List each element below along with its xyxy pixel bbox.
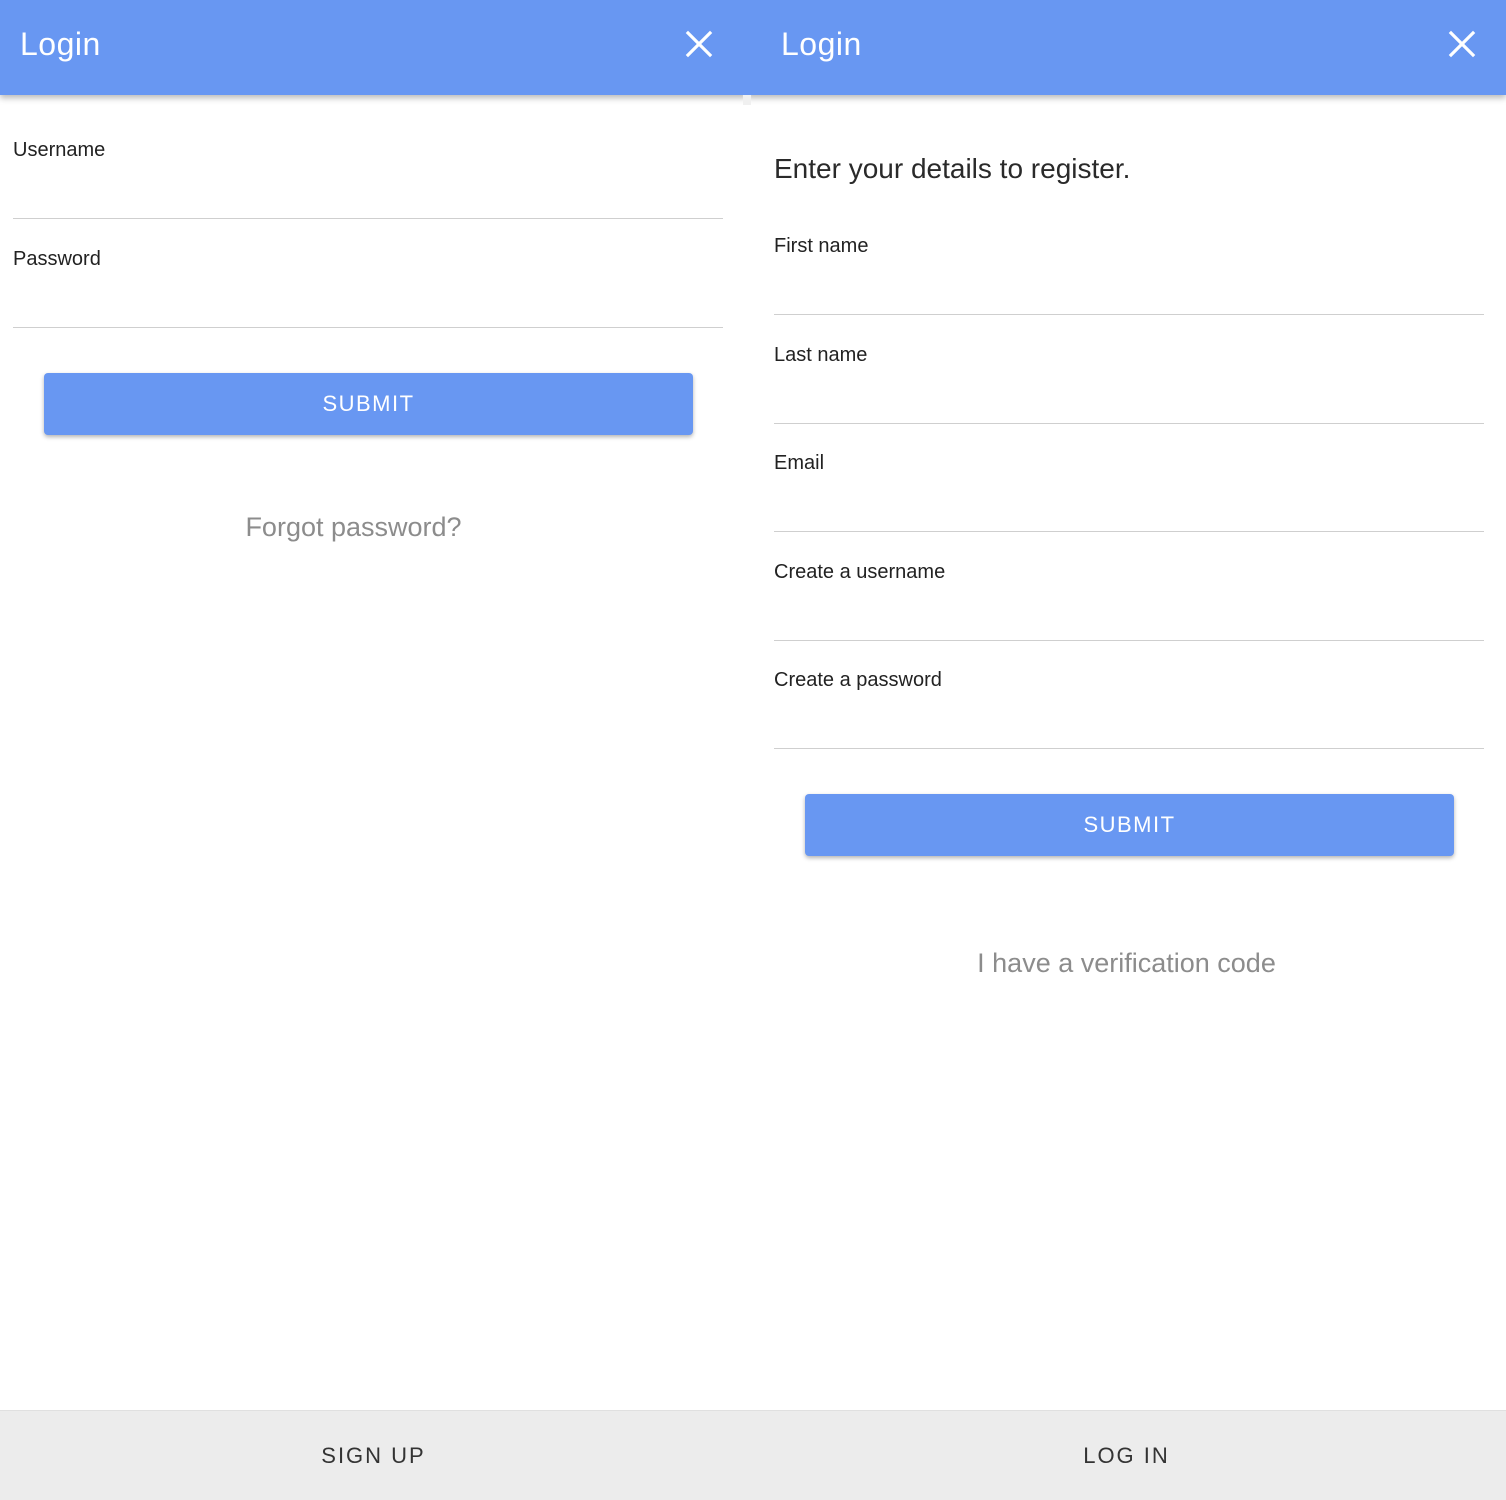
username-field: Username [13,139,723,229]
first-name-label: First name [774,235,869,257]
create-password-input[interactable] [774,703,1484,749]
close-icon [685,30,713,58]
log-in-button[interactable]: LOG IN [747,1411,1506,1500]
app-stage: Login Username Password SUBMIT Forgot pa… [0,0,1506,1500]
close-icon [1448,30,1476,58]
last-name-input[interactable] [774,378,1484,424]
password-input[interactable] [13,282,723,328]
register-heading: Enter your details to register. [774,153,1131,184]
forgot-password-link[interactable]: Forgot password? [0,512,747,543]
footer-bar: SIGN UP [0,1410,747,1500]
create-username-input[interactable] [774,595,1484,641]
verification-code-link[interactable]: I have a verification code [747,948,1506,979]
footer-bar: LOG IN [747,1410,1506,1500]
close-button[interactable] [681,26,717,62]
close-button[interactable] [1444,26,1480,62]
app-bar-title: Login [781,26,862,62]
sign-up-button[interactable]: SIGN UP [0,1411,747,1500]
app-bar: Login [747,0,1506,95]
create-username-field: Create a username [774,561,1484,651]
username-label: Username [13,139,106,161]
first-name-field: First name [774,235,1484,325]
email-label: Email [774,452,825,474]
register-submit-button[interactable]: SUBMIT [805,794,1454,856]
register-screen: Login Enter your details to register. Fi… [747,0,1506,1500]
username-input[interactable] [13,173,723,219]
first-name-input[interactable] [774,269,1484,315]
email-input[interactable] [774,486,1484,532]
create-password-label: Create a password [774,669,942,691]
email-field: Email [774,452,1484,542]
app-bar: Login [0,0,747,95]
create-username-label: Create a username [774,561,946,583]
login-submit-button[interactable]: SUBMIT [44,373,693,435]
screen-divider [743,95,751,105]
password-label: Password [13,248,101,270]
login-screen: Login Username Password SUBMIT Forgot pa… [0,0,747,1500]
app-bar-title: Login [20,26,101,62]
last-name-field: Last name [774,344,1484,434]
password-field: Password [13,248,723,338]
last-name-label: Last name [774,344,868,366]
create-password-field: Create a password [774,669,1484,759]
